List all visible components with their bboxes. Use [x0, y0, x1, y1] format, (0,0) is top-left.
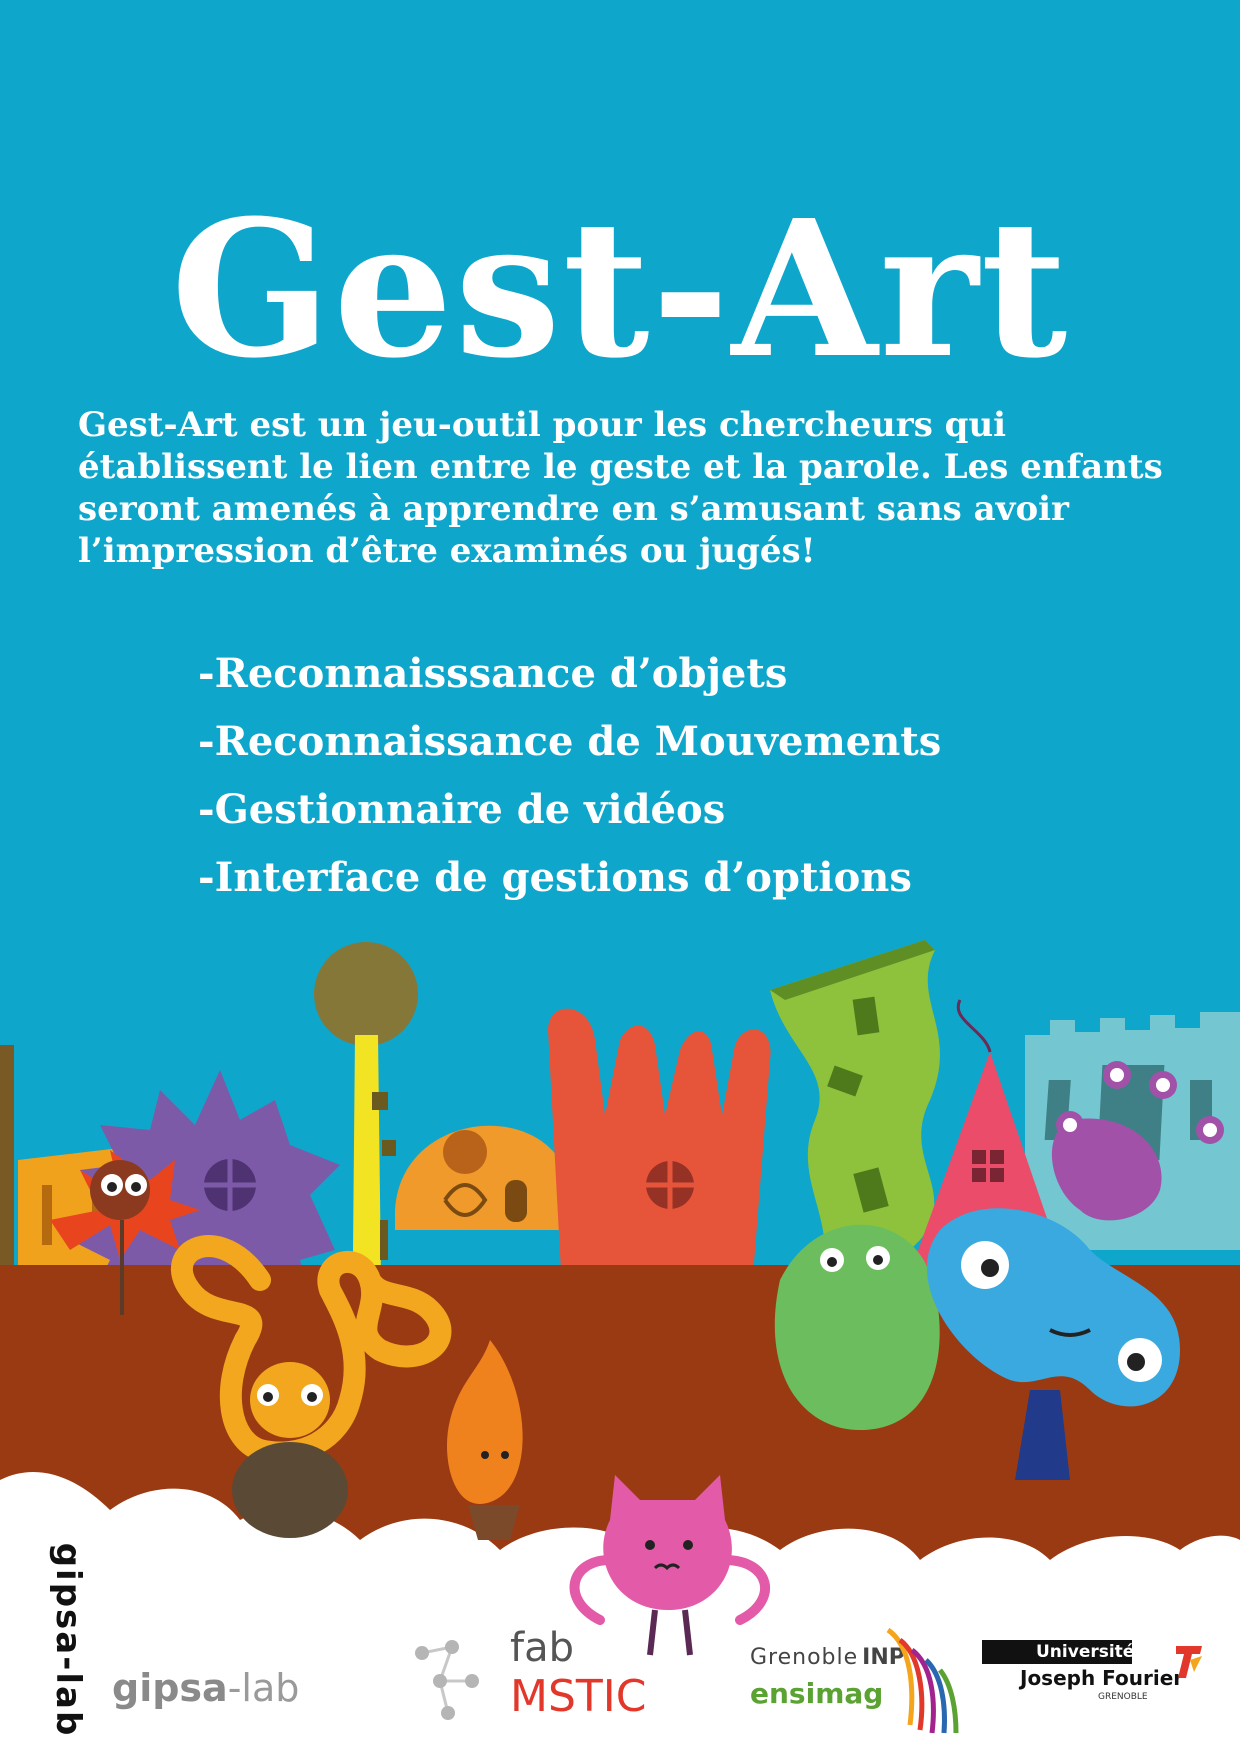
- feature-item: -Reconnaisssance d’objets: [198, 650, 788, 697]
- molecule-icon: [415, 1640, 479, 1720]
- gipsa-label: gipsa: [112, 1666, 228, 1710]
- universite-label: Université: [1036, 1642, 1135, 1662]
- fab-label: fab: [510, 1625, 574, 1671]
- ball-tree: [314, 942, 418, 1046]
- feature-item: -Gestionnaire de vidéos: [198, 786, 726, 833]
- feature-item: -Reconnaissance de Mouvements: [198, 718, 942, 765]
- ujf-mark-icon: [1176, 1646, 1202, 1678]
- feature-list: -Reconnaisssance d’objets -Reconnaissanc…: [198, 640, 1198, 912]
- poster: Gest-Art Gest-Art est un jeu-outil pour …: [0, 0, 1240, 1754]
- gipsa-lab-logo: gipsa-lab gipsa-lab: [28, 1543, 318, 1750]
- ensimag-label: ensimag: [750, 1677, 884, 1710]
- fab-mstic-logo: fab MSTIC: [410, 1625, 670, 1745]
- ujf-logo: Université Joseph Fourier GRENOBLE: [982, 1632, 1222, 1732]
- poster-description: Gest-Art est un jeu-outil pour les cherc…: [78, 405, 1163, 571]
- gipsa-lab-vertical-mark: gipsa-lab: [48, 1542, 88, 1738]
- inp-stripes-icon: [886, 1627, 959, 1734]
- joseph-fourier-label: Joseph Fourier: [1020, 1666, 1184, 1690]
- mstic-label: MSTIC: [510, 1671, 647, 1722]
- feature-item: -Interface de gestions d’options: [198, 854, 912, 901]
- grenoble-small-label: GRENOBLE: [1098, 1692, 1148, 1702]
- lab-label: -lab: [227, 1666, 300, 1710]
- grenoble-label: Grenoble: [750, 1645, 859, 1670]
- grenoble-inp-ensimag-logo: Grenoble INP ensimag: [750, 1625, 970, 1750]
- poster-title: Gest-Art: [170, 178, 1070, 400]
- green-blob-monster: [774, 1224, 940, 1430]
